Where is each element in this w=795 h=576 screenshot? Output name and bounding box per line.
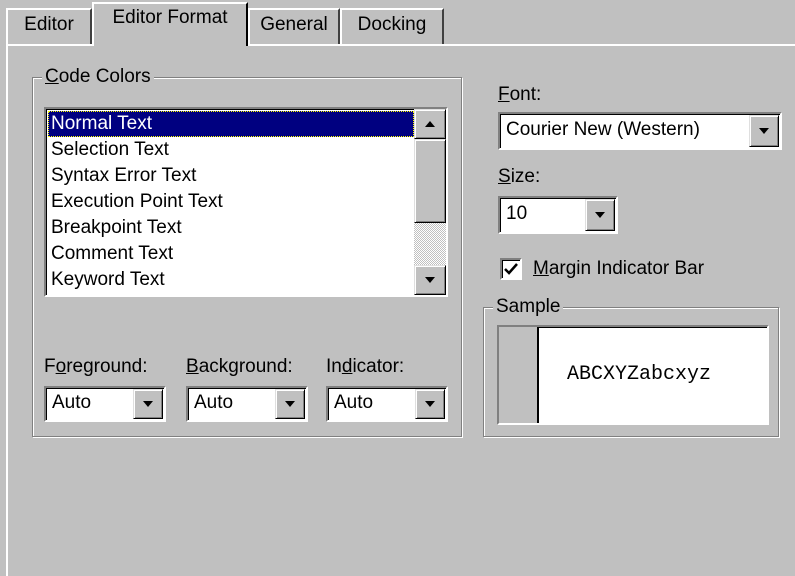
tab-editor-format[interactable]: Editor Format [92,2,248,46]
tab-docking[interactable]: Docking [340,8,444,44]
tab-general[interactable]: General [248,8,340,44]
tab-editor-label: Editor [24,14,74,35]
tab-docking-label: Docking [357,14,427,35]
tab-general-label: General [260,14,328,35]
tab-editor-format-label: Editor Format [112,7,228,28]
tab-editor[interactable]: Editor [6,8,92,44]
tab-panel [6,44,795,576]
